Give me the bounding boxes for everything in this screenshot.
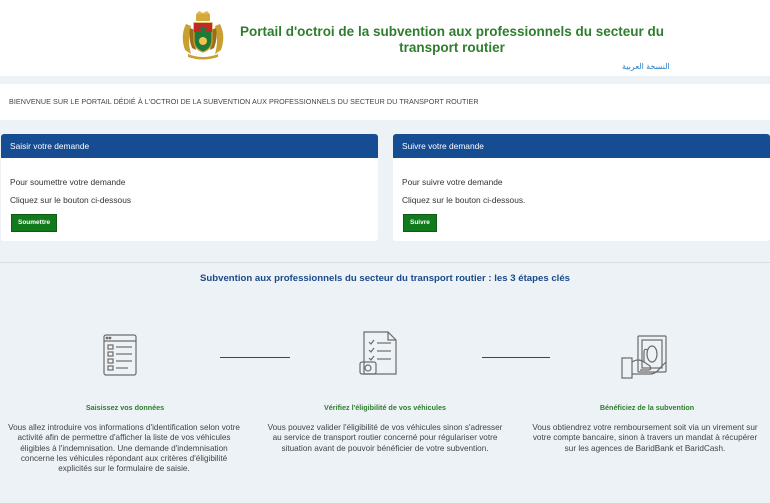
- submit-request-card: Saisir votre demande Pour soumettre votr…: [1, 134, 378, 241]
- step-connector-1: [220, 357, 290, 358]
- track-card-text: Pour suivre votre demande: [402, 177, 503, 187]
- submit-button[interactable]: Soumettre: [11, 214, 58, 232]
- submit-card-text: Pour soumettre votre demande: [10, 177, 126, 187]
- section-divider: [0, 262, 770, 263]
- step-1-description: Vous allez introduire vos informations d…: [8, 423, 240, 474]
- page-title: Portail d'octroi de la subvention aux pr…: [239, 24, 665, 55]
- step-3-description: Vous obtiendrez votre remboursement soit…: [532, 423, 758, 453]
- hand-money-icon: [621, 335, 667, 379]
- welcome-banner: BIENVENUE SUR LE PORTAIL DÉDIÉ À L'OCTRO…: [0, 84, 770, 120]
- track-card-header: Suivre votre demande: [393, 134, 770, 158]
- track-button[interactable]: Suivre: [403, 214, 437, 232]
- steps-section-title: Subvention aux professionnels du secteur…: [200, 273, 570, 284]
- welcome-text: BIENVENUE SUR LE PORTAIL DÉDIÉ À L'OCTRO…: [9, 97, 479, 106]
- page-header: Portail d'octroi de la subvention aux pr…: [0, 0, 770, 76]
- step-2-label: Vérifiez l'éligibilité de vos véhicules: [324, 403, 446, 412]
- step-3-label: Bénéficiez de la subvention: [599, 403, 695, 412]
- track-request-card: Suivre votre demande Pour suivre votre d…: [393, 134, 770, 241]
- morocco-coat-of-arms-icon: [182, 11, 224, 60]
- submit-card-instruction: Cliquez sur le bouton ci-dessous: [10, 195, 132, 205]
- step-connector-2: [482, 357, 550, 358]
- document-checklist-icon: [359, 331, 397, 375]
- form-entry-icon: [103, 334, 137, 376]
- submit-card-header: Saisir votre demande: [1, 134, 378, 158]
- track-card-instruction: Cliquez sur le bouton ci-dessous.: [402, 195, 526, 205]
- arabic-version-link[interactable]: النسخة العربية: [622, 62, 670, 71]
- step-1-label: Saisissez vos données: [85, 403, 165, 412]
- step-2-description: Vous pouvez valider l'éligibilité de vos…: [267, 423, 503, 453]
